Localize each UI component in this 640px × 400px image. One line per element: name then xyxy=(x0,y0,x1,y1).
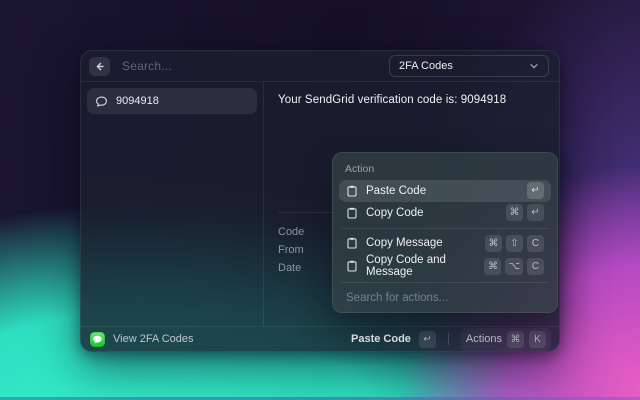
clipboard-icon xyxy=(346,237,358,249)
list-item-label: 9094918 xyxy=(116,95,159,107)
cmd-key-badge: ⌘ xyxy=(507,330,524,348)
extension-dropdown[interactable]: 2FA Codes xyxy=(389,55,549,77)
clipboard-icon xyxy=(346,185,358,197)
action-item-paste-code[interactable]: Paste Code ↵ xyxy=(339,180,551,202)
cmd-key-badge: ⌘ xyxy=(485,234,502,252)
clipboard-icon xyxy=(346,260,358,272)
messages-app-icon xyxy=(90,331,105,347)
command-title: View 2FA Codes xyxy=(113,333,194,345)
statusbar-separator xyxy=(447,333,449,345)
action-label: Copy Code and Message xyxy=(366,254,446,279)
return-key-badge: ↵ xyxy=(527,182,544,200)
actions-label: Actions xyxy=(465,333,502,345)
arrow-left-icon xyxy=(94,61,105,72)
message-bubble-icon xyxy=(95,95,108,108)
action-panel: Action Paste Code ↵ Copy Code ⌘ ↵ Copy M… xyxy=(332,152,558,313)
cmd-key-badge: ⌘ xyxy=(484,257,502,275)
action-item-copy-code-and-message[interactable]: Copy Code and Message ⌘ ⌥ C xyxy=(339,254,551,278)
action-item-copy-message[interactable]: Copy Message ⌘ ⇧ C xyxy=(339,232,551,254)
status-bar: View 2FA Codes Paste Code ↵ Actions ⌘ K xyxy=(81,327,559,351)
action-search-input[interactable]: Search for actions... xyxy=(339,287,551,306)
action-section-title: Action xyxy=(345,163,375,175)
action-label: Copy Message xyxy=(366,237,443,250)
search-input[interactable]: Search... xyxy=(122,59,172,73)
list-panel: 9094918 xyxy=(81,82,263,326)
return-key-badge: ↵ xyxy=(418,330,436,348)
c-key-badge: C xyxy=(527,234,544,252)
action-group-divider xyxy=(341,227,549,229)
action-label: Paste Code xyxy=(366,184,427,197)
actions-button[interactable]: Actions ⌘ K xyxy=(460,327,551,351)
action-label: Copy Code xyxy=(366,206,424,219)
option-key-badge: ⌥ xyxy=(505,257,523,275)
cmd-key-badge: ⌘ xyxy=(506,204,523,222)
primary-action-label[interactable]: Paste Code xyxy=(351,333,411,345)
shift-key-badge: ⇧ xyxy=(506,234,523,252)
message-preview: Your SendGrid verification code is: 9094… xyxy=(278,94,507,106)
action-search-divider xyxy=(341,282,549,284)
c-key-badge: C xyxy=(527,257,544,275)
return-key-badge: ↵ xyxy=(527,204,544,222)
chevron-down-icon xyxy=(529,61,539,71)
dropdown-value: 2FA Codes xyxy=(399,60,453,72)
header: Search... 2FA Codes xyxy=(81,51,559,81)
clipboard-icon xyxy=(346,207,358,219)
k-key-badge: K xyxy=(529,330,546,348)
action-item-copy-code[interactable]: Copy Code ⌘ ↵ xyxy=(339,202,551,224)
list-item[interactable]: 9094918 xyxy=(87,88,257,114)
back-button[interactable] xyxy=(89,56,110,76)
